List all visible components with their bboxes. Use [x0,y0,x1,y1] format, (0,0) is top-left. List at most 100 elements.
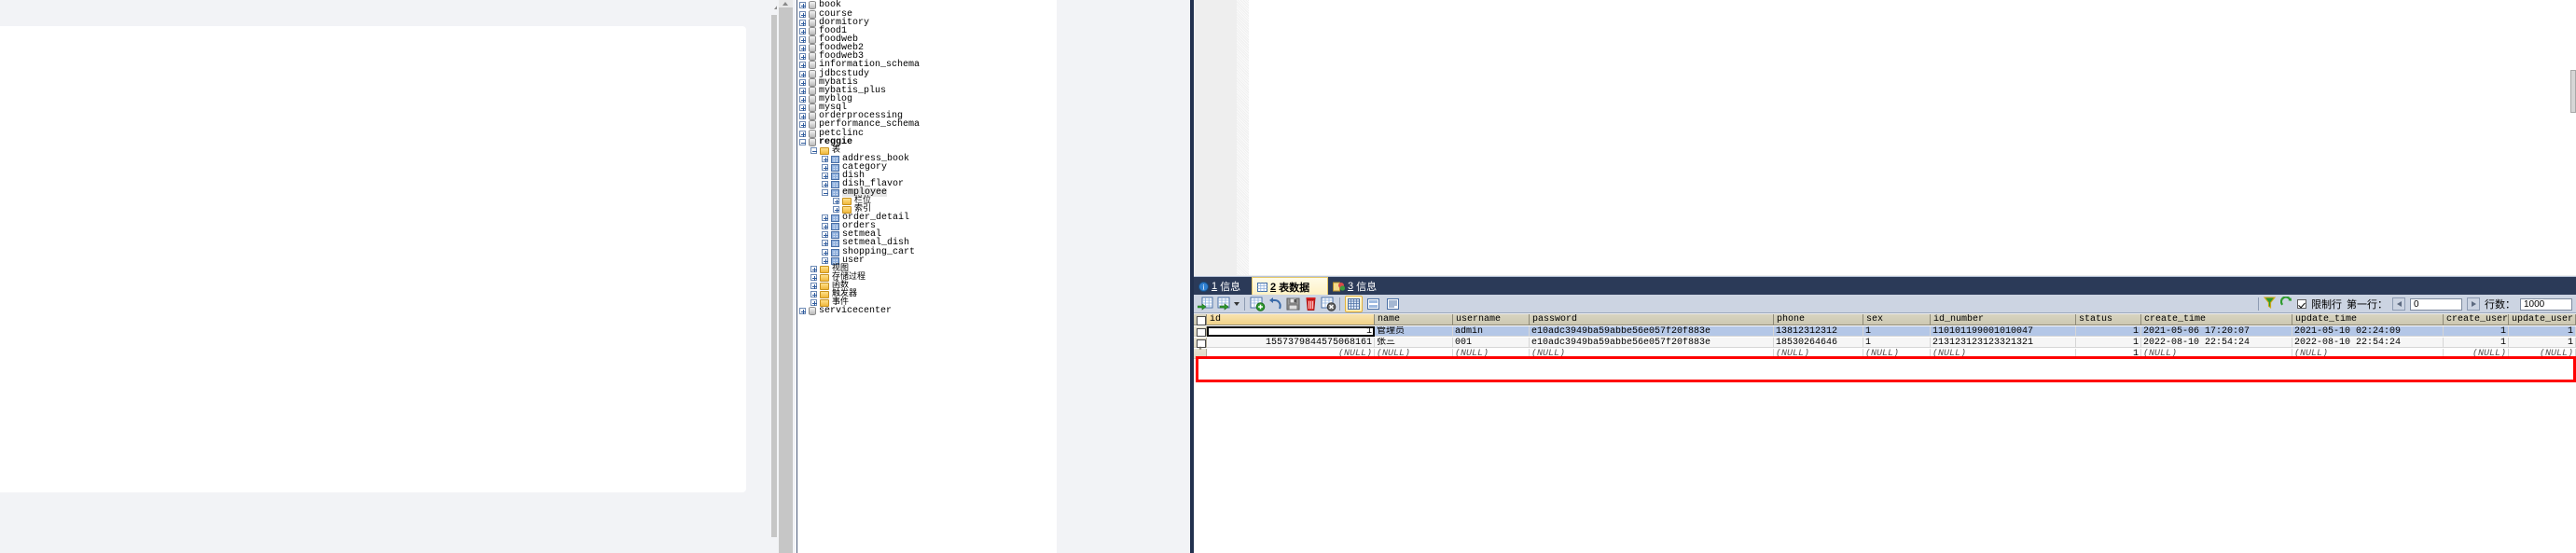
cell-phone[interactable]: (NULL) [1774,349,1863,359]
expand-plus-icon[interactable] [799,62,806,68]
cell-sex[interactable]: (NULL) [1863,349,1931,359]
expand-plus-icon[interactable] [822,231,828,238]
cell-status[interactable]: 1 [2076,326,2141,337]
cell-create_time[interactable]: 2022-08-10 22:54:24 [2141,338,2292,348]
column-header-sex[interactable]: sex [1863,314,1931,325]
row-count-input[interactable]: 1000 [2520,297,2572,311]
column-header-create_user[interactable]: create_user [2444,314,2509,325]
limit-rows-checkbox[interactable] [2297,299,2306,309]
cell-id_number[interactable]: 213123123123321321 [1931,338,2076,348]
delete-record-button[interactable] [1267,297,1283,311]
add-record-button[interactable] [1250,297,1266,311]
expand-plus-icon[interactable] [799,53,806,60]
cell-password[interactable]: (NULL) [1530,349,1774,359]
expand-plus-icon[interactable] [799,104,806,111]
expand-plus-icon[interactable] [810,299,817,306]
tree-item-servicecenter[interactable]: servicecenter [799,307,892,316]
expand-plus-icon[interactable] [833,206,839,213]
cell-sex[interactable]: 1 [1863,326,1931,337]
column-header-phone[interactable]: phone [1774,314,1863,325]
expand-plus-icon[interactable] [799,88,806,94]
cell-id[interactable]: (NULL) [1207,349,1375,359]
expand-plus-icon[interactable] [799,113,806,119]
expand-plus-icon[interactable] [822,181,828,187]
text-view-button[interactable] [1384,296,1402,312]
expand-plus-icon[interactable] [810,283,817,289]
expand-plus-icon[interactable] [822,173,828,179]
select-all-checkbox[interactable] [1194,314,1207,325]
query-editor-area[interactable] [1194,0,2576,275]
expand-plus-icon[interactable] [810,274,817,281]
tab-info-1[interactable]: i 1 信息 [1194,277,1252,296]
expand-plus-icon[interactable] [833,198,839,204]
expand-plus-icon[interactable] [799,45,806,51]
expand-plus-icon[interactable] [799,131,806,137]
tree-scroll-up-arrow-icon[interactable] [779,0,793,7]
cell-status[interactable]: 1 [2076,349,2141,359]
filter-funnel-icon[interactable] [2263,297,2277,311]
cell-id_number[interactable]: (NULL) [1931,349,2076,359]
cell-create_user[interactable]: 1 [2444,338,2509,348]
cell-create_user[interactable]: 1 [2444,326,2509,337]
cell-password[interactable]: e10adc3949ba59abbe56e057f20f883e [1530,338,1774,348]
column-header-id_number[interactable]: id_number [1931,314,2076,325]
cell-id_number[interactable]: 110101199001010047 [1931,326,2076,337]
row-header-3[interactable] [1194,347,1207,359]
collapse-minus-icon[interactable] [822,189,828,196]
tree-item-book[interactable]: book [799,1,841,10]
expand-plus-icon[interactable] [799,121,806,128]
expand-plus-icon[interactable] [799,11,806,18]
cell-update_user[interactable]: 1 [2509,326,2576,337]
cell-phone[interactable]: 18530264646 [1774,338,1863,348]
cell-name[interactable]: 张三 [1375,338,1453,348]
column-header-id[interactable]: id [1207,314,1375,325]
column-header-name[interactable]: name [1375,314,1453,325]
collapse-minus-icon[interactable] [799,139,806,145]
tree-scrollbar-thumb[interactable] [779,7,793,553]
column-header-username[interactable]: username [1453,314,1530,325]
tab-info-3[interactable]: 3 信息 [1328,277,1388,296]
import-wizard-button[interactable] [1197,297,1213,311]
remove-record-button[interactable] [1303,297,1319,311]
form-view-button[interactable] [1364,296,1382,312]
cell-sex[interactable]: 1 [1863,338,1931,348]
cell-update_time[interactable]: (NULL) [2292,349,2444,359]
cell-username[interactable]: 001 [1453,338,1530,348]
expand-plus-icon[interactable] [822,156,828,162]
cell-phone[interactable]: 13812312312 [1774,326,1863,337]
expand-plus-icon[interactable] [799,96,806,103]
cell-username[interactable]: (NULL) [1453,349,1530,359]
expand-plus-icon[interactable] [822,164,828,171]
column-header-create_time[interactable]: create_time [2141,314,2292,325]
expand-plus-icon[interactable] [822,249,828,256]
export-wizard-button[interactable] [1215,297,1231,311]
cell-update_user[interactable]: 1 [2509,338,2576,348]
cell-create_user[interactable]: (NULL) [2444,349,2509,359]
tab-table-data[interactable]: 2 表数据 [1252,277,1328,296]
expand-plus-icon[interactable] [822,257,828,264]
cell-name[interactable]: 管理员 [1375,326,1453,337]
cell-id[interactable]: 1 [1207,326,1375,337]
discard-changes-button[interactable] [1321,297,1336,311]
cell-password[interactable]: e10adc3949ba59abbe56e057f20f883e [1530,326,1774,337]
expand-plus-icon[interactable] [799,2,806,8]
cell-update_time[interactable]: 2022-08-10 22:54:24 [2292,338,2444,348]
column-header-status[interactable]: status [2076,314,2141,325]
column-header-password[interactable]: password [1530,314,1774,325]
expand-plus-icon[interactable] [810,266,817,272]
cell-update_user[interactable]: (NULL) [2509,349,2576,359]
export-dropdown-button[interactable] [1232,297,1241,311]
cell-create_time[interactable]: (NULL) [2141,349,2292,359]
tree-item-表[interactable]: 表 [810,146,840,155]
expand-plus-icon[interactable] [799,308,806,314]
tree-item-information_schema[interactable]: information_schema [799,61,920,70]
tree-item-shopping_cart[interactable]: shopping_cart [822,248,915,257]
cell-create_time[interactable]: 2021-05-06 17:20:07 [2141,326,2292,337]
cell-name[interactable]: (NULL) [1375,349,1453,359]
apply-changes-button[interactable] [1285,297,1301,311]
expand-plus-icon[interactable] [799,28,806,35]
expand-plus-icon[interactable] [822,240,828,246]
expand-plus-icon[interactable] [799,36,806,43]
first-row-prev-button[interactable] [2392,297,2405,311]
refresh-icon[interactable] [2279,296,2292,311]
